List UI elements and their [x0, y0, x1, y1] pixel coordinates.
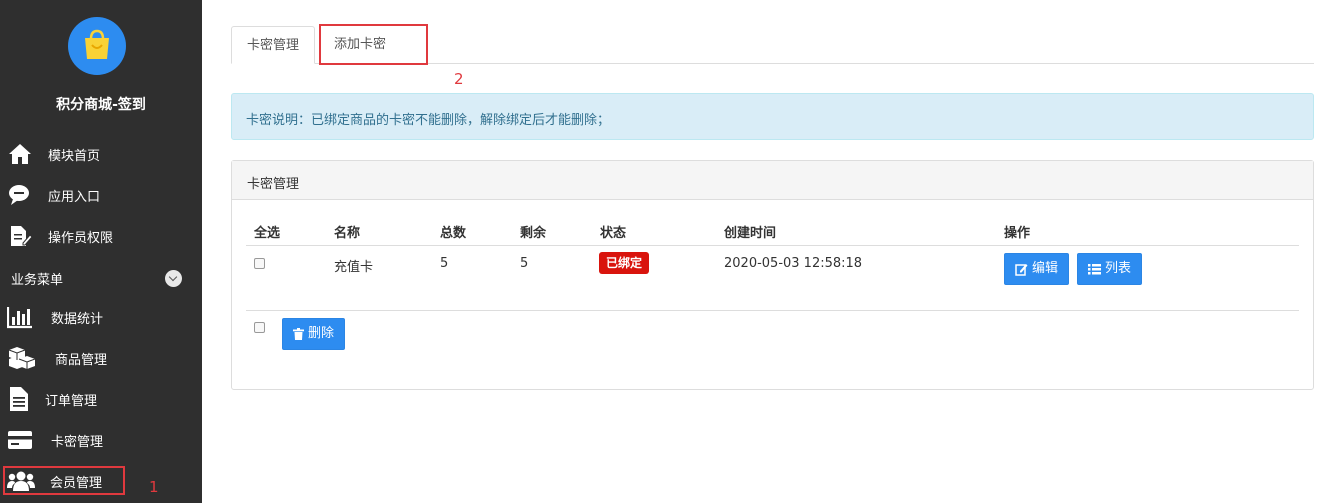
sidebar-item-label: 卡密管理: [51, 434, 104, 450]
cell-total: 5: [440, 256, 449, 271]
bar-chart-icon: [7, 307, 32, 329]
trash-icon: [293, 328, 304, 340]
edit-button[interactable]: 编辑: [1004, 253, 1070, 285]
select-all-checkbox[interactable]: [254, 322, 265, 333]
status-badge: 已绑定: [599, 252, 650, 274]
panel-title: 卡密管理: [232, 161, 1313, 200]
sidebar-item-label: 数据统计: [51, 311, 104, 327]
home-icon: [9, 144, 31, 164]
cell-created-time: 2020-05-03 12:58:18: [724, 256, 863, 271]
document-icon: [10, 387, 28, 411]
cubes-icon: [8, 347, 36, 369]
edit-icon: [1015, 263, 1028, 276]
column-header-status: 状态: [600, 226, 627, 241]
highlight-box-add-card-key: [319, 24, 428, 65]
sidebar-item-label: 订单管理: [45, 393, 98, 409]
chat-bubble-icon: [9, 185, 29, 205]
tab-card-key-management[interactable]: 卡密管理: [231, 26, 316, 64]
delete-button-label: 删除: [308, 326, 335, 341]
sidebar: 积分商城-签到 模块首页 应用入口 操作员权限 业务菜单 数据统计 商品管理 订…: [0, 0, 202, 503]
section-title-business-menu: 业务菜单: [11, 273, 64, 288]
column-header-select-all[interactable]: 全选: [254, 222, 280, 241]
column-header-name: 名称: [334, 226, 361, 241]
row-checkbox[interactable]: [254, 258, 265, 269]
list-icon: [1088, 264, 1101, 275]
sidebar-item-card-key-management[interactable]: 卡密管理: [0, 423, 202, 457]
chevron-down-icon[interactable]: [165, 270, 182, 287]
sidebar-item-operator-permissions[interactable]: 操作员权限: [0, 219, 202, 253]
sidebar-item-label: 商品管理: [55, 352, 108, 368]
column-header-total: 总数: [440, 226, 467, 241]
column-header-remaining: 剩余: [520, 226, 547, 241]
sidebar-item-label: 应用入口: [48, 189, 101, 205]
app-title: 积分商城-签到: [56, 97, 146, 113]
sidebar-item-app-entry[interactable]: 应用入口: [0, 178, 202, 212]
footer-divider: [246, 310, 1299, 311]
main-content: 卡密管理 添加卡密 2 卡密说明：已绑定商品的卡密不能删除，解除绑定后才能删除；…: [202, 0, 1327, 503]
header-divider: [246, 245, 1299, 246]
column-header-created-time: 创建时间: [724, 226, 777, 241]
column-header-actions: 操作: [1004, 226, 1031, 241]
delete-button[interactable]: 删除: [282, 318, 346, 350]
cell-name: 充值卡: [334, 260, 374, 275]
edit-button-label: 编辑: [1032, 261, 1059, 276]
sidebar-item-label: 模块首页: [48, 148, 101, 164]
info-alert: 卡密说明：已绑定商品的卡密不能删除，解除绑定后才能删除；: [231, 93, 1314, 140]
annotation-number-1: 1: [149, 478, 159, 496]
cell-remaining: 5: [520, 256, 529, 271]
list-button[interactable]: 列表: [1077, 253, 1143, 285]
shopping-bag-icon: [85, 29, 109, 59]
sidebar-item-label: 操作员权限: [48, 230, 114, 246]
app-logo: [68, 17, 126, 75]
sidebar-item-module-home[interactable]: 模块首页: [0, 137, 202, 171]
sidebar-item-order-management[interactable]: 订单管理: [0, 382, 202, 416]
highlight-box-member-management: [3, 466, 125, 495]
sidebar-item-data-statistics[interactable]: 数据统计: [0, 300, 202, 334]
annotation-number-2: 2: [454, 70, 464, 88]
card-key-panel: 卡密管理 全选 名称 总数 剩余 状态 创建时间 操作 充值卡 5 5 已绑定 …: [231, 160, 1314, 390]
credit-card-icon: [8, 431, 32, 449]
list-button-label: 列表: [1105, 261, 1132, 276]
sidebar-item-product-management[interactable]: 商品管理: [0, 341, 202, 375]
edit-document-icon: [11, 226, 33, 246]
